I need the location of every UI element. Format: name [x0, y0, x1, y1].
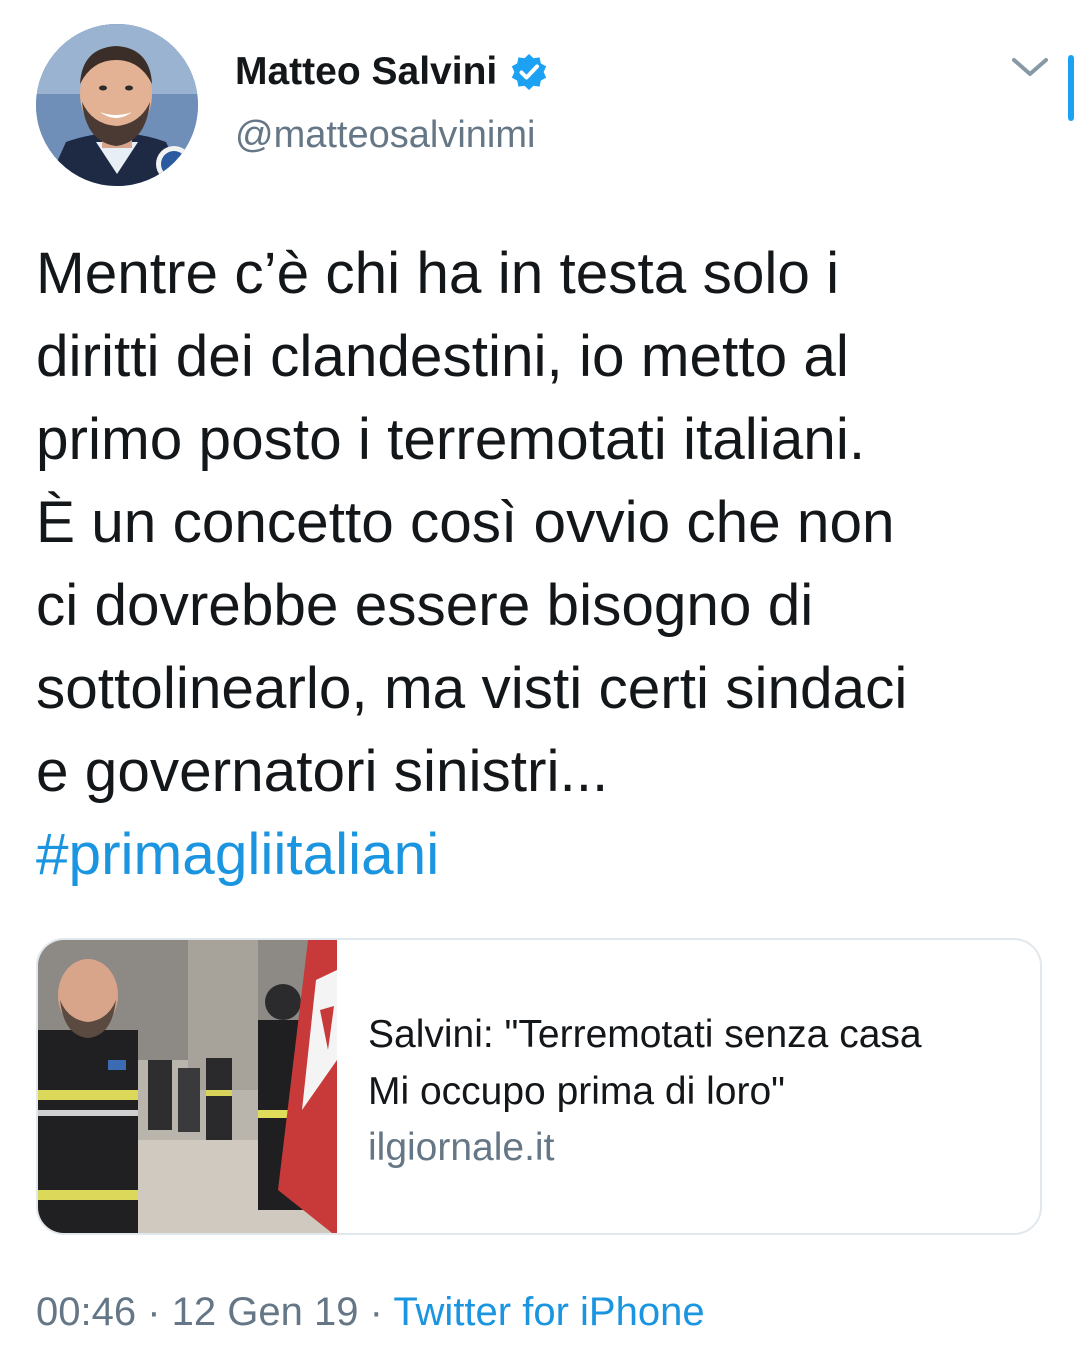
avatar[interactable] — [36, 24, 198, 186]
card-title-line: Mi occupo prima di loro" — [368, 1070, 786, 1113]
avatar-image — [36, 24, 198, 186]
card-image — [38, 940, 337, 1233]
tweet-date[interactable]: 12 Gen 19 — [172, 1290, 359, 1334]
tweet-text-line: sottolinearlo, ma visti certi sindaci — [36, 656, 908, 721]
meta-separator: · — [136, 1290, 172, 1334]
verified-badge-icon — [509, 52, 549, 92]
tweet-meta: 00:46 · 12 Gen 19 · Twitter for iPhone — [36, 1290, 705, 1335]
card-title[interactable]: Salvini: "Terremotati senza casa Mi occu… — [368, 1006, 1028, 1120]
tweet-text-line: diritti dei clandestini, io metto al — [36, 324, 849, 389]
hashtag-link[interactable]: #primagliitaliani — [36, 813, 1046, 896]
tweet-text-line: primo posto i terremotati italiani. — [36, 407, 866, 472]
display-name[interactable]: Matteo Salvini — [235, 50, 497, 94]
tweet-text-line: Mentre c’è chi ha in testa solo i — [36, 241, 840, 306]
card-domain: ilgiornale.it — [368, 1126, 555, 1169]
display-name-row[interactable]: Matteo Salvini — [235, 50, 549, 94]
link-card[interactable]: Salvini: "Terremotati senza casa Mi occu… — [36, 938, 1042, 1235]
tweet-text-line: e governatori sinistri... — [36, 739, 609, 804]
tweet-text: Mentre c’è chi ha in testa solo i diritt… — [36, 232, 1046, 896]
tweet-text-line: È un concetto così ovvio che non — [36, 490, 895, 555]
scrollbar[interactable] — [1068, 55, 1074, 121]
user-handle[interactable]: @matteosalvinimi — [235, 114, 535, 157]
meta-separator: · — [358, 1290, 394, 1334]
card-title-line: Salvini: "Terremotati senza casa — [368, 1013, 922, 1056]
tweet-text-line: ci dovrebbe essere bisogno di — [36, 573, 814, 638]
chevron-down-icon[interactable] — [1008, 52, 1052, 84]
tweet-source-link[interactable]: Twitter for iPhone — [393, 1290, 704, 1334]
tweet-time[interactable]: 00:46 — [36, 1290, 136, 1334]
